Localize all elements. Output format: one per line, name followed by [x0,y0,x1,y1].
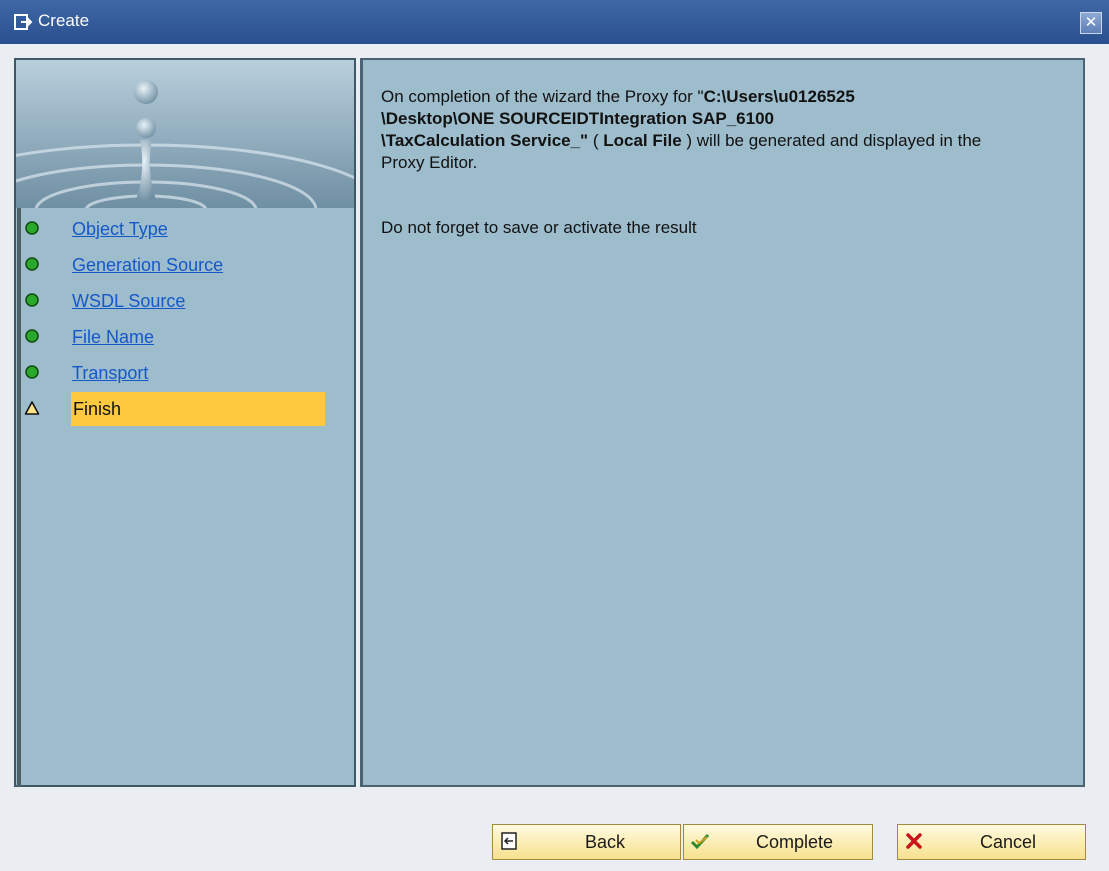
proxy-path-line3: \TaxCalculation Service_" [381,131,589,150]
cancel-label: Cancel [980,832,1037,852]
title-bar: Create ✕ [0,0,1109,44]
wizard-content-panel: On completion of the wizard the Proxy fo… [360,58,1085,787]
step-wsdl-source[interactable]: WSDL Source [20,284,330,318]
step-generation-source[interactable]: Generation Source [20,248,330,282]
step-label[interactable]: Transport [72,356,148,390]
warning-triangle-icon [24,401,40,415]
proxy-path-line1: C:\Users\u0126525 [703,87,855,106]
green-circle-icon [25,329,39,343]
step-file-name[interactable]: File Name [20,320,330,354]
step-finish[interactable]: Finish [20,392,330,426]
green-circle-icon [25,221,39,235]
step-label[interactable]: File Name [72,320,154,354]
red-x-icon [906,833,922,849]
completion-message: On completion of the wizard the Proxy fo… [381,87,982,172]
step-transport[interactable]: Transport [20,356,330,390]
location-type: Local File [603,131,682,150]
green-circle-icon [25,293,39,307]
step-object-type[interactable]: Object Type [20,212,330,246]
window-title: Create [38,11,90,30]
step-label[interactable]: WSDL Source [72,284,185,318]
check-icon [690,833,710,850]
complete-label: Complete [756,832,834,852]
step-label[interactable]: Generation Source [72,248,223,282]
water-drop-banner [16,60,354,208]
cancel-button[interactable]: Cancel [897,824,1086,860]
complete-button[interactable]: Complete [683,824,873,860]
back-label: Back [585,832,626,852]
green-circle-icon [25,365,39,379]
green-circle-icon [25,257,39,271]
back-icon [501,832,517,850]
back-button[interactable]: Back [492,824,681,860]
step-label[interactable]: Finish [71,392,325,426]
save-reminder: Do not forget to save or activate the re… [381,218,697,237]
close-button[interactable]: ✕ [1080,12,1102,34]
step-label[interactable]: Object Type [72,212,168,246]
proxy-path-line2: \Desktop\ONE SOURCEIDTIntegration SAP_61… [381,109,774,128]
window-icon [14,14,33,30]
